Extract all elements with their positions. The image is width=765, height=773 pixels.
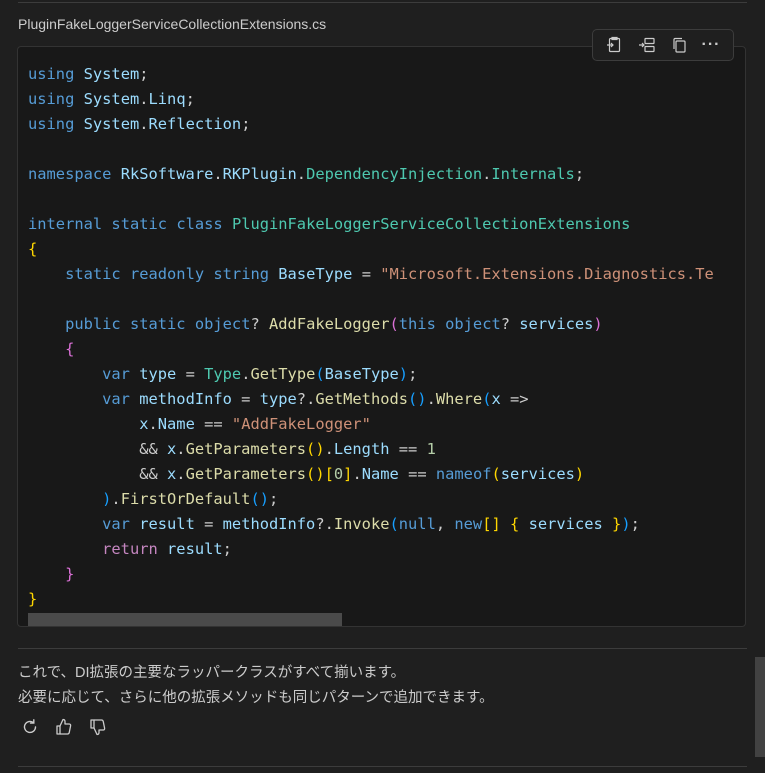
code-line: using System.Linq;: [28, 90, 195, 108]
insert-into-editor-button[interactable]: [602, 32, 628, 58]
code-line: ).FirstOrDefault();: [102, 490, 279, 508]
code-content[interactable]: using System; using System.Linq; using Sys…: [28, 62, 714, 612]
code-line: {: [65, 340, 75, 358]
code-line: using System;: [28, 65, 149, 83]
code-line: public static object? AddFakeLogger(this…: [65, 315, 603, 333]
response-text-line-1: これで、DI拡張の主要なラッパークラスがすべて揃います。: [18, 665, 406, 681]
retry-icon: [23, 719, 37, 734]
retry-button[interactable]: [20, 717, 42, 739]
response-actions: [20, 717, 110, 739]
code-line: var result = methodInfo?.Invoke(null, ne…: [102, 515, 640, 533]
code-block[interactable]: using System; using System.Linq; using Sys…: [17, 46, 746, 627]
thumbs-up-button[interactable]: [54, 717, 76, 739]
code-line: }: [28, 590, 38, 608]
bottom-divider: [18, 766, 747, 767]
code-line: ​: [28, 187, 714, 212]
code-line: internal static class PluginFakeLoggerSe…: [28, 215, 631, 233]
code-line: namespace RkSoftware.RKPlugin.Dependency…: [28, 165, 585, 183]
thumbs-down-button[interactable]: [88, 717, 110, 739]
insert-into-new-file-icon: [639, 37, 655, 53]
insert-into-new-file-button[interactable]: [634, 32, 660, 58]
code-line: ​: [28, 137, 714, 162]
code-block-toolbar: ···: [592, 29, 734, 61]
horizontal-scrollbar-thumb[interactable]: [28, 613, 342, 626]
more-actions-icon: ···: [701, 36, 721, 53]
code-line: ​: [28, 287, 714, 312]
response-text-line-2: 必要に応じて、さらに他の拡張メソッドも同じパターンで追加できます。: [18, 690, 494, 706]
code-line: x.Name == "AddFakeLogger": [139, 415, 371, 433]
copy-button[interactable]: [666, 32, 692, 58]
code-line: && x.GetParameters()[0].Name == nameof(s…: [28, 465, 585, 483]
code-line: return result;: [102, 540, 232, 558]
code-line: using System.Reflection;: [28, 115, 251, 133]
code-line: var methodInfo = type?.GetMethods().Wher…: [102, 390, 529, 408]
more-actions-button[interactable]: ···: [698, 32, 724, 58]
copy-icon: [673, 37, 686, 53]
thumbs-up-icon: [56, 718, 72, 735]
code-line: {: [28, 240, 38, 258]
code-line: }: [65, 565, 75, 583]
code-line: var type = Type.GetType(BaseType);: [102, 365, 418, 383]
insert-into-editor-icon: [607, 36, 621, 53]
thumbs-down-icon: [90, 719, 106, 736]
message-divider: [18, 648, 747, 649]
vertical-scrollbar-thumb[interactable]: [755, 657, 765, 757]
code-line: && x.GetParameters().Length == 1: [28, 440, 436, 458]
code-line: static readonly string BaseType = "Micro…: [65, 265, 714, 283]
top-divider: [18, 2, 747, 3]
code-file-name: PluginFakeLoggerServiceCollectionExtensi…: [18, 16, 327, 32]
